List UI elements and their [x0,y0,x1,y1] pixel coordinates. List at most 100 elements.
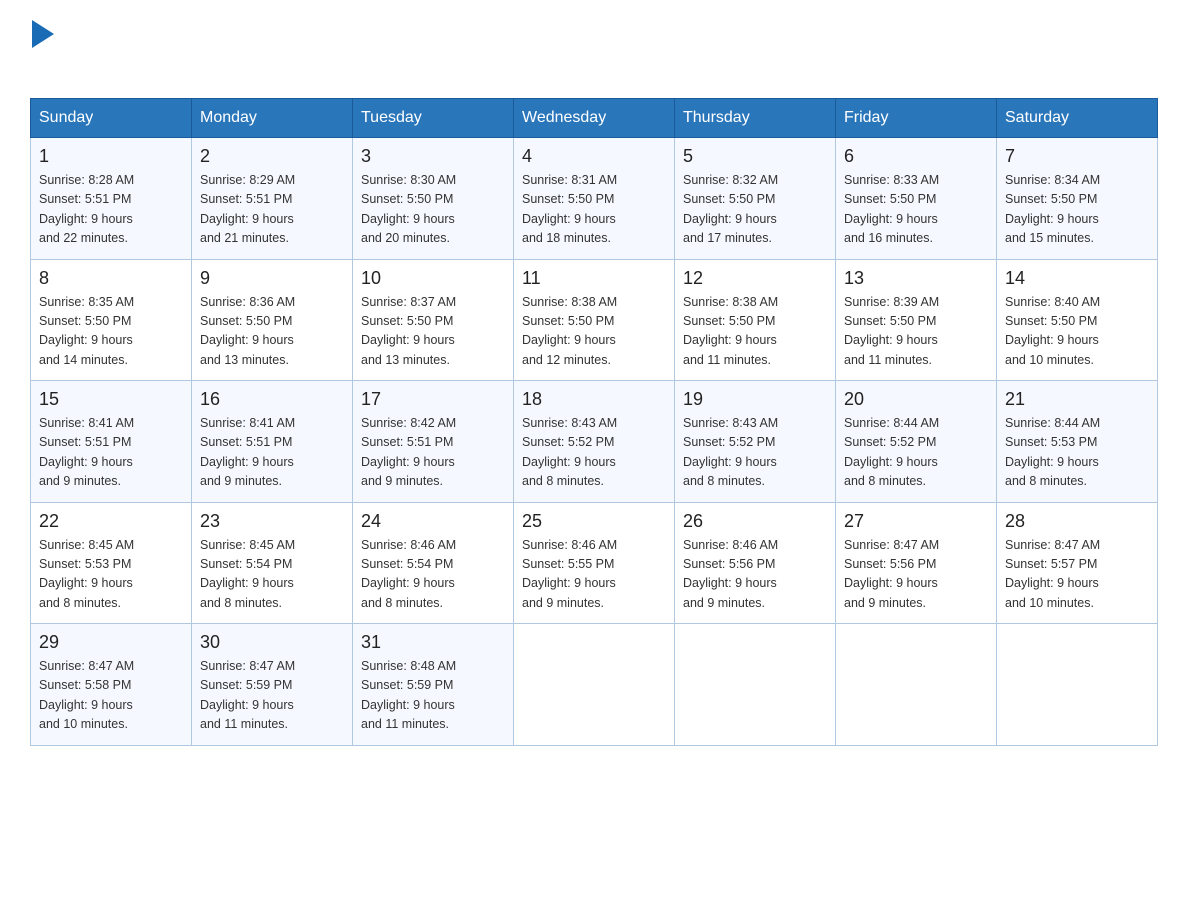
page: SundayMondayTuesdayWednesdayThursdayFrid… [0,0,1188,776]
day-number: 5 [683,146,827,167]
calendar-cell [997,624,1158,746]
day-info: Sunrise: 8:30 AM Sunset: 5:50 PM Dayligh… [361,171,505,249]
day-number: 30 [200,632,344,653]
day-number: 9 [200,268,344,289]
day-number: 6 [844,146,988,167]
day-info: Sunrise: 8:31 AM Sunset: 5:50 PM Dayligh… [522,171,666,249]
calendar-cell: 4 Sunrise: 8:31 AM Sunset: 5:50 PM Dayli… [514,138,675,260]
calendar-cell: 21 Sunrise: 8:44 AM Sunset: 5:53 PM Dayl… [997,381,1158,503]
day-number: 27 [844,511,988,532]
calendar-cell: 10 Sunrise: 8:37 AM Sunset: 5:50 PM Dayl… [353,259,514,381]
calendar-cell: 7 Sunrise: 8:34 AM Sunset: 5:50 PM Dayli… [997,138,1158,260]
day-number: 15 [39,389,183,410]
calendar-cell: 22 Sunrise: 8:45 AM Sunset: 5:53 PM Dayl… [31,502,192,624]
day-info: Sunrise: 8:40 AM Sunset: 5:50 PM Dayligh… [1005,293,1149,371]
day-of-week-tuesday: Tuesday [353,99,514,138]
calendar-cell: 30 Sunrise: 8:47 AM Sunset: 5:59 PM Dayl… [192,624,353,746]
logo-wrap [30,20,54,48]
day-info: Sunrise: 8:32 AM Sunset: 5:50 PM Dayligh… [683,171,827,249]
calendar-cell: 1 Sunrise: 8:28 AM Sunset: 5:51 PM Dayli… [31,138,192,260]
day-info: Sunrise: 8:37 AM Sunset: 5:50 PM Dayligh… [361,293,505,371]
calendar-cell [675,624,836,746]
calendar-week-row: 1 Sunrise: 8:28 AM Sunset: 5:51 PM Dayli… [31,138,1158,260]
logo-triangle-icon [32,20,54,48]
calendar-cell: 31 Sunrise: 8:48 AM Sunset: 5:59 PM Dayl… [353,624,514,746]
calendar-cell: 16 Sunrise: 8:41 AM Sunset: 5:51 PM Dayl… [192,381,353,503]
day-number: 22 [39,511,183,532]
calendar-cell: 29 Sunrise: 8:47 AM Sunset: 5:58 PM Dayl… [31,624,192,746]
day-info: Sunrise: 8:39 AM Sunset: 5:50 PM Dayligh… [844,293,988,371]
calendar-cell: 6 Sunrise: 8:33 AM Sunset: 5:50 PM Dayli… [836,138,997,260]
calendar-cell [514,624,675,746]
day-info: Sunrise: 8:41 AM Sunset: 5:51 PM Dayligh… [200,414,344,492]
day-number: 16 [200,389,344,410]
calendar-cell: 25 Sunrise: 8:46 AM Sunset: 5:55 PM Dayl… [514,502,675,624]
day-of-week-monday: Monday [192,99,353,138]
day-info: Sunrise: 8:46 AM Sunset: 5:54 PM Dayligh… [361,536,505,614]
day-info: Sunrise: 8:43 AM Sunset: 5:52 PM Dayligh… [683,414,827,492]
day-info: Sunrise: 8:43 AM Sunset: 5:52 PM Dayligh… [522,414,666,492]
day-number: 12 [683,268,827,289]
day-of-week-saturday: Saturday [997,99,1158,138]
day-number: 29 [39,632,183,653]
calendar-week-row: 22 Sunrise: 8:45 AM Sunset: 5:53 PM Dayl… [31,502,1158,624]
day-info: Sunrise: 8:29 AM Sunset: 5:51 PM Dayligh… [200,171,344,249]
day-number: 3 [361,146,505,167]
day-number: 13 [844,268,988,289]
day-of-week-wednesday: Wednesday [514,99,675,138]
calendar-cell: 5 Sunrise: 8:32 AM Sunset: 5:50 PM Dayli… [675,138,836,260]
day-info: Sunrise: 8:48 AM Sunset: 5:59 PM Dayligh… [361,657,505,735]
day-number: 28 [1005,511,1149,532]
day-number: 25 [522,511,666,532]
calendar-cell: 27 Sunrise: 8:47 AM Sunset: 5:56 PM Dayl… [836,502,997,624]
day-of-week-friday: Friday [836,99,997,138]
day-number: 2 [200,146,344,167]
calendar-cell: 9 Sunrise: 8:36 AM Sunset: 5:50 PM Dayli… [192,259,353,381]
day-info: Sunrise: 8:47 AM Sunset: 5:59 PM Dayligh… [200,657,344,735]
calendar-cell: 23 Sunrise: 8:45 AM Sunset: 5:54 PM Dayl… [192,502,353,624]
day-number: 14 [1005,268,1149,289]
calendar-cell: 24 Sunrise: 8:46 AM Sunset: 5:54 PM Dayl… [353,502,514,624]
day-info: Sunrise: 8:47 AM Sunset: 5:57 PM Dayligh… [1005,536,1149,614]
day-number: 24 [361,511,505,532]
day-info: Sunrise: 8:47 AM Sunset: 5:56 PM Dayligh… [844,536,988,614]
calendar-cell [836,624,997,746]
day-info: Sunrise: 8:38 AM Sunset: 5:50 PM Dayligh… [683,293,827,371]
calendar-table: SundayMondayTuesdayWednesdayThursdayFrid… [30,98,1158,746]
day-info: Sunrise: 8:35 AM Sunset: 5:50 PM Dayligh… [39,293,183,371]
day-info: Sunrise: 8:28 AM Sunset: 5:51 PM Dayligh… [39,171,183,249]
calendar-cell: 26 Sunrise: 8:46 AM Sunset: 5:56 PM Dayl… [675,502,836,624]
calendar-cell: 11 Sunrise: 8:38 AM Sunset: 5:50 PM Dayl… [514,259,675,381]
calendar-cell: 18 Sunrise: 8:43 AM Sunset: 5:52 PM Dayl… [514,381,675,503]
logo-area [30,20,54,80]
calendar-week-row: 29 Sunrise: 8:47 AM Sunset: 5:58 PM Dayl… [31,624,1158,746]
day-info: Sunrise: 8:38 AM Sunset: 5:50 PM Dayligh… [522,293,666,371]
day-number: 20 [844,389,988,410]
day-number: 8 [39,268,183,289]
calendar-week-row: 8 Sunrise: 8:35 AM Sunset: 5:50 PM Dayli… [31,259,1158,381]
day-number: 19 [683,389,827,410]
day-info: Sunrise: 8:45 AM Sunset: 5:53 PM Dayligh… [39,536,183,614]
day-number: 18 [522,389,666,410]
calendar-cell: 13 Sunrise: 8:39 AM Sunset: 5:50 PM Dayl… [836,259,997,381]
calendar-cell: 28 Sunrise: 8:47 AM Sunset: 5:57 PM Dayl… [997,502,1158,624]
day-number: 4 [522,146,666,167]
calendar-cell: 12 Sunrise: 8:38 AM Sunset: 5:50 PM Dayl… [675,259,836,381]
day-number: 26 [683,511,827,532]
day-of-week-thursday: Thursday [675,99,836,138]
calendar-cell: 8 Sunrise: 8:35 AM Sunset: 5:50 PM Dayli… [31,259,192,381]
day-number: 21 [1005,389,1149,410]
day-number: 23 [200,511,344,532]
calendar-week-row: 15 Sunrise: 8:41 AM Sunset: 5:51 PM Dayl… [31,381,1158,503]
calendar-cell: 14 Sunrise: 8:40 AM Sunset: 5:50 PM Dayl… [997,259,1158,381]
day-info: Sunrise: 8:33 AM Sunset: 5:50 PM Dayligh… [844,171,988,249]
calendar-cell: 15 Sunrise: 8:41 AM Sunset: 5:51 PM Dayl… [31,381,192,503]
day-number: 7 [1005,146,1149,167]
day-info: Sunrise: 8:34 AM Sunset: 5:50 PM Dayligh… [1005,171,1149,249]
day-info: Sunrise: 8:41 AM Sunset: 5:51 PM Dayligh… [39,414,183,492]
day-info: Sunrise: 8:47 AM Sunset: 5:58 PM Dayligh… [39,657,183,735]
day-number: 1 [39,146,183,167]
day-info: Sunrise: 8:46 AM Sunset: 5:56 PM Dayligh… [683,536,827,614]
calendar-cell: 19 Sunrise: 8:43 AM Sunset: 5:52 PM Dayl… [675,381,836,503]
header [30,20,1158,80]
